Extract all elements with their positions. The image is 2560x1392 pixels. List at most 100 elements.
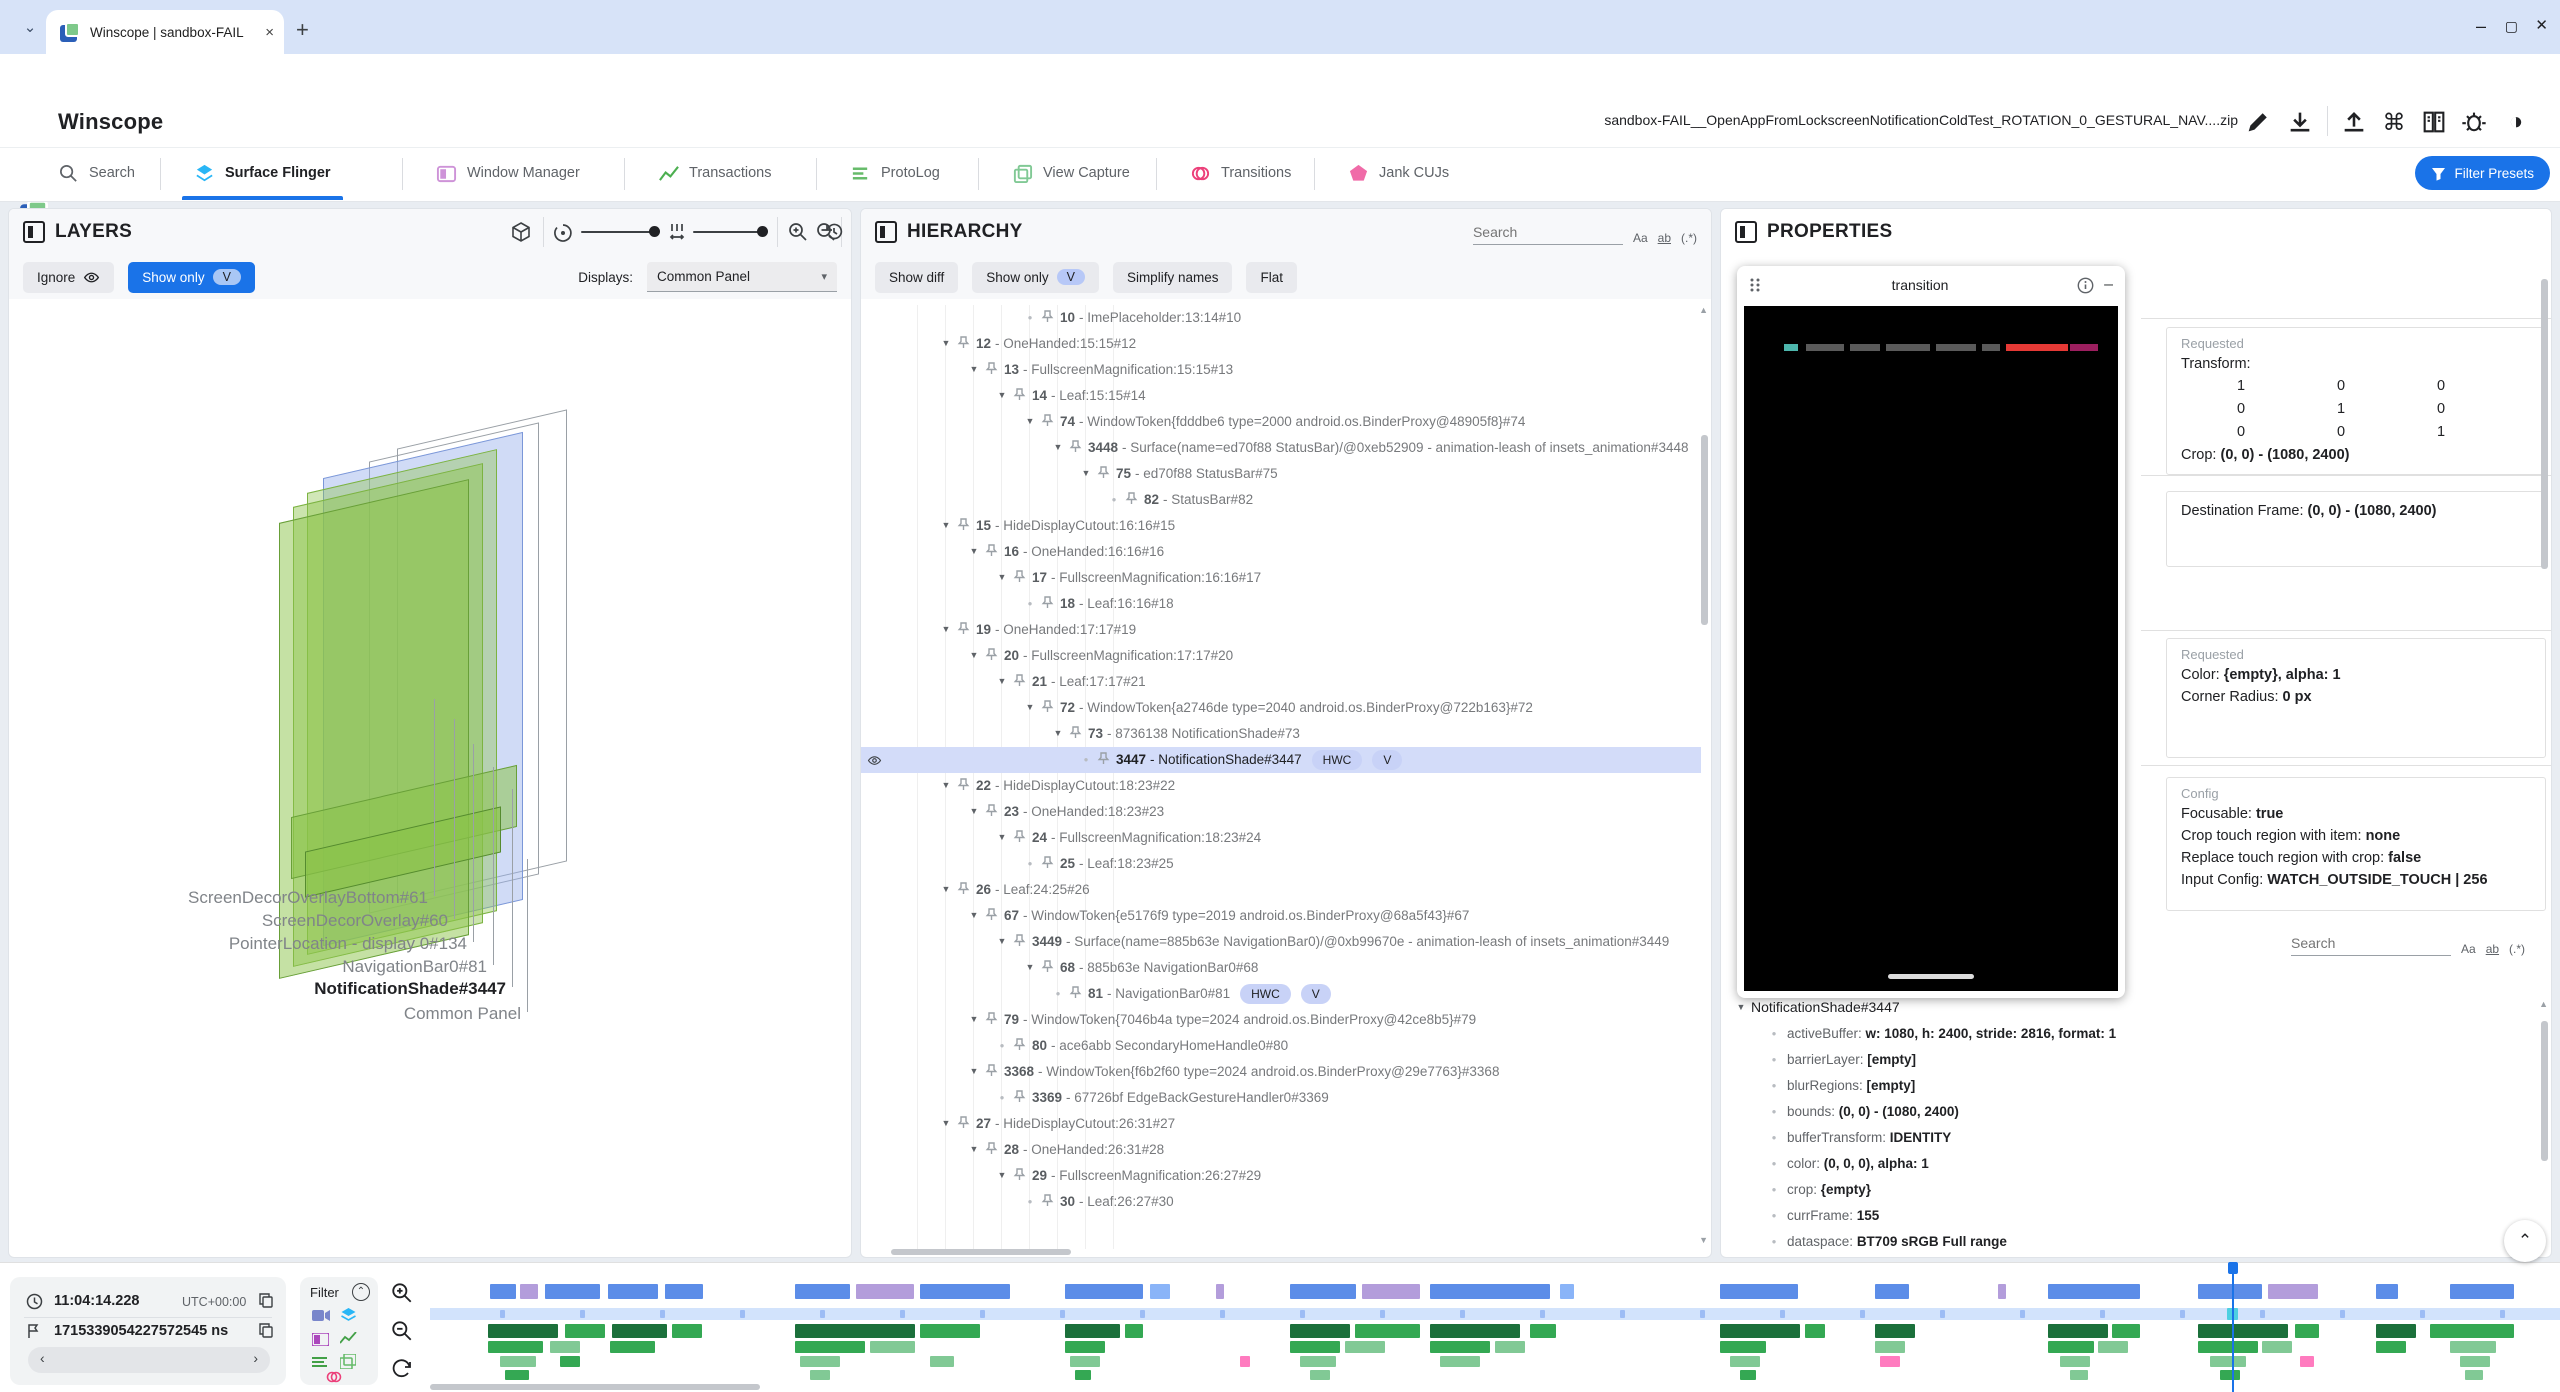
collapse-arrow-icon[interactable]: ▼ xyxy=(1021,955,1039,980)
collapse-arrow-icon[interactable]: ▼ xyxy=(937,617,955,642)
pin-icon[interactable] xyxy=(1013,674,1026,687)
hierarchy-row[interactable]: ▼20- FullscreenMagnification:17:17#20 xyxy=(861,643,1701,669)
pin-icon[interactable] xyxy=(1097,466,1110,479)
hierarchy-row[interactable]: ▼72- WindowToken{a2746de type=2040 andro… xyxy=(861,695,1701,721)
pin-icon[interactable] xyxy=(985,544,998,557)
property-tree-item[interactable]: ●bufferTransform: IDENTITY xyxy=(1761,1125,2533,1151)
tab-window-manager[interactable]: Window Manager xyxy=(414,148,602,198)
pin-icon[interactable] xyxy=(1041,960,1054,973)
hierarchy-row[interactable]: ▼16- OneHanded:16:16#16 xyxy=(861,539,1701,565)
collapse-arrow-icon[interactable]: ▼ xyxy=(1049,721,1067,746)
transactions-filter-icon[interactable] xyxy=(340,1332,357,1345)
scroll-up-arrow[interactable]: ▲ xyxy=(1699,305,1708,315)
timeline-zoom-in-icon[interactable] xyxy=(390,1281,414,1305)
pin-icon[interactable] xyxy=(985,1064,998,1077)
next-entry-button[interactable]: › xyxy=(253,1350,258,1366)
hierarchy-row[interactable]: ▼19- OneHanded:17:17#19 xyxy=(861,617,1701,643)
simplify-names-button[interactable]: Simplify names xyxy=(1113,262,1233,293)
pin-icon[interactable] xyxy=(1013,1168,1026,1181)
match-case-icon[interactable]: Aa xyxy=(2461,942,2476,956)
hierarchy-hscrollbar[interactable] xyxy=(891,1249,1071,1255)
layers-3d-view[interactable]: ScreenDecorOverlayBottom#61 ScreenDecorOv… xyxy=(9,299,851,1257)
window-manager-filter-icon[interactable] xyxy=(312,1333,329,1346)
info-icon[interactable] xyxy=(2077,277,2094,294)
spacing-slider-handle[interactable] xyxy=(757,226,768,237)
hierarchy-row[interactable]: ▼75- ed70f88 StatusBar#75 xyxy=(861,461,1701,487)
hierarchy-row[interactable]: ▼3449- Surface(name=885b63e NavigationBa… xyxy=(861,929,1701,955)
flat-button[interactable]: Flat xyxy=(1246,262,1297,293)
layer-label[interactable]: ScreenDecorOverlayBottom#61 xyxy=(9,888,428,908)
hierarchy-row[interactable]: ●30- Leaf:26:27#30 xyxy=(861,1189,1701,1215)
spacing-slider[interactable] xyxy=(693,231,765,233)
pin-icon[interactable] xyxy=(1013,1038,1026,1051)
hierarchy-row[interactable]: ▼74- WindowToken{fdddbe6 type=2000 andro… xyxy=(861,409,1701,435)
hierarchy-row[interactable]: ●10- ImePlaceholder:13:14#10 xyxy=(861,305,1701,331)
collapse-arrow-icon[interactable]: ▼ xyxy=(1021,695,1039,720)
property-tree-item[interactable]: ●color: (0, 0, 0), alpha: 1 xyxy=(1761,1151,2533,1177)
transitions-filter-icon[interactable] xyxy=(326,1369,342,1385)
collapse-arrow-icon[interactable]: ▼ xyxy=(965,903,983,928)
hierarchy-row[interactable]: ▼22- HideDisplayCutout:18:23#22 xyxy=(861,773,1701,799)
pin-icon[interactable] xyxy=(957,882,970,895)
pin-icon[interactable] xyxy=(985,1142,998,1155)
collapse-properties-button[interactable]: ⌃ xyxy=(2504,1220,2546,1262)
collapse-arrow-icon[interactable]: ▼ xyxy=(993,565,1011,590)
layer-label[interactable]: NotificationShade#3447 xyxy=(9,979,506,999)
tab-transactions[interactable]: Transactions xyxy=(636,148,793,198)
hierarchy-row[interactable]: ●25- Leaf:18:23#25 xyxy=(861,851,1701,877)
hierarchy-row[interactable]: ▼27- HideDisplayCutout:26:31#27 xyxy=(861,1111,1701,1137)
tab-transitions[interactable]: Transitions xyxy=(1168,148,1313,198)
hierarchy-row[interactable]: ●81- NavigationBar0#81HWCV xyxy=(861,981,1701,1007)
collapse-arrow-icon[interactable]: ▼ xyxy=(937,877,955,902)
layer-label[interactable]: PointerLocation - display 0#134 xyxy=(9,934,467,954)
transition-overlay-header[interactable]: transition – xyxy=(1737,266,2125,304)
window-maximize-button[interactable]: ▢ xyxy=(2505,18,2518,35)
hierarchy-row[interactable]: ▼13- FullscreenMagnification:15:15#13 xyxy=(861,357,1701,383)
rotation-slider[interactable] xyxy=(581,231,657,233)
pin-icon[interactable] xyxy=(957,1116,970,1129)
property-tree-item[interactable]: ●dataspace: BT709 sRGB Full range xyxy=(1761,1229,2533,1255)
collapse-arrow-icon[interactable]: ▼ xyxy=(965,643,983,668)
pin-icon[interactable] xyxy=(985,804,998,817)
collapse-arrow-icon[interactable]: ▼ xyxy=(993,1163,1011,1188)
hierarchy-row[interactable]: ●3369- 67726bf EdgeBackGestureHandler0#3… xyxy=(861,1085,1701,1111)
tab-search-chevron-icon[interactable]: ⌄ xyxy=(14,11,46,43)
pin-icon[interactable] xyxy=(985,648,998,661)
collapse-arrow-icon[interactable]: ▼ xyxy=(993,825,1011,850)
current-timestamp-ns[interactable]: 1715339054227572545 ns xyxy=(54,1323,228,1339)
match-case-icon[interactable]: Aa xyxy=(1633,231,1648,245)
pin-icon[interactable] xyxy=(957,336,970,349)
collapse-arrow-icon[interactable]: ▼ xyxy=(937,773,955,798)
pin-icon[interactable] xyxy=(957,622,970,635)
pin-icon[interactable] xyxy=(957,778,970,791)
rotation-icon[interactable] xyxy=(553,223,573,243)
collapse-arrow-icon[interactable]: ▼ xyxy=(965,539,983,564)
pin-icon[interactable] xyxy=(1041,856,1054,869)
collapse-arrow-icon[interactable]: ▼ xyxy=(937,331,955,356)
collapse-filter-icon[interactable]: ⌃ xyxy=(352,1283,370,1301)
pin-icon[interactable] xyxy=(1041,414,1054,427)
pin-icon[interactable] xyxy=(1013,388,1026,401)
layer-label[interactable]: ScreenDecorOverlay#60 xyxy=(9,911,448,931)
hierarchy-search-input[interactable] xyxy=(1473,220,1623,245)
prev-entry-button[interactable]: ‹ xyxy=(40,1350,45,1366)
browser-tab[interactable]: Winscope | sandbox-FAIL × xyxy=(46,10,284,54)
properties-vscrollbar[interactable] xyxy=(2541,279,2548,569)
hierarchy-row[interactable]: ▼17- FullscreenMagnification:16:16#17 xyxy=(861,565,1701,591)
shortcuts-icon[interactable]: ⌘ xyxy=(2380,108,2408,136)
timeline-zoom-out-icon[interactable] xyxy=(390,1319,414,1343)
view-capture-filter-icon[interactable] xyxy=(340,1354,356,1369)
tab-surface-flinger[interactable]: Surface Flinger xyxy=(172,148,353,198)
upload-icon[interactable] xyxy=(2340,108,2368,136)
hierarchy-row[interactable]: ▼14- Leaf:15:15#14 xyxy=(861,383,1701,409)
dark-mode-toggle-icon[interactable]: ◑ xyxy=(2502,108,2530,136)
timeline-hscrollbar[interactable] xyxy=(430,1384,760,1390)
tab-jank-cujs[interactable]: Jank CUJs xyxy=(1326,148,1471,198)
minimize-overlay-icon[interactable]: – xyxy=(2104,276,2113,294)
properties-search-input[interactable] xyxy=(2291,931,2451,956)
property-tree-item[interactable]: ●currFrame: 155 xyxy=(1761,1203,2533,1229)
tab-protolog[interactable]: ProtoLog xyxy=(828,148,962,198)
visibility-icon[interactable] xyxy=(867,753,882,768)
hierarchy-row[interactable]: ▼28- OneHanded:26:31#28 xyxy=(861,1137,1701,1163)
pin-icon[interactable] xyxy=(1069,986,1082,999)
